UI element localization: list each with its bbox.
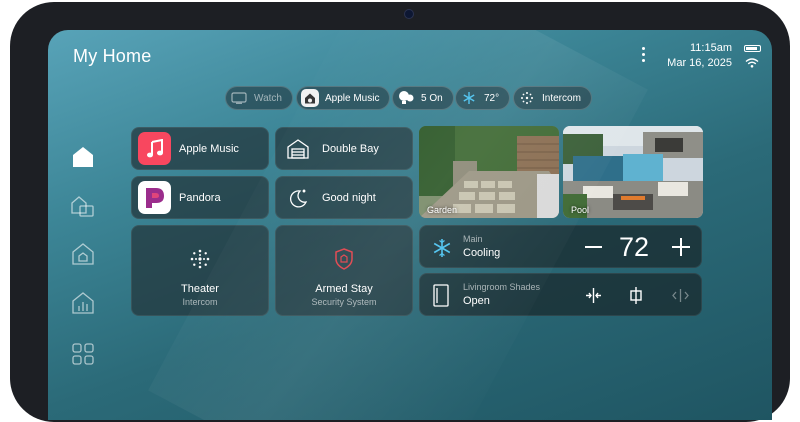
intercom-dots-icon <box>189 248 211 275</box>
tablet-frame: My Home 11:15am Mar 16, 2025 Watch Apple… <box>10 2 790 422</box>
shade-icon <box>433 284 449 312</box>
camera-pool[interactable]: Pool <box>563 126 703 218</box>
tile-theater-name: Theater <box>181 283 219 295</box>
tile-security-name: Armed Stay <box>315 283 373 295</box>
pill-climate-label: 72° <box>484 92 500 104</box>
speaker-icon <box>301 89 319 107</box>
tile-pandora-label: Pandora <box>179 191 221 204</box>
shades-control: Livingroom Shades Open <box>419 273 702 316</box>
tile-apple-music-label: Apple Music <box>179 142 239 155</box>
pill-climate[interactable]: 72° <box>455 86 511 110</box>
temp-setpoint: 72 <box>619 232 650 262</box>
time-text: 11:15am <box>690 42 732 54</box>
home-icon[interactable] <box>71 145 95 169</box>
tv-icon <box>230 89 248 107</box>
wifi-icon <box>745 58 759 68</box>
thermostat-mode: Cooling <box>463 247 501 259</box>
shades-slide-icon[interactable] <box>672 288 689 308</box>
music-note-icon <box>138 132 171 165</box>
tile-theater-sub: Intercom <box>182 297 218 307</box>
lights-icon <box>397 89 415 107</box>
battery-icon <box>744 45 761 52</box>
tile-security-system[interactable]: Armed Stay Security System <box>275 225 413 316</box>
camera-pool-label: Pool <box>571 205 590 215</box>
shades-state: Open <box>463 295 490 307</box>
front-camera <box>405 10 413 18</box>
shades-open-icon[interactable] <box>585 288 602 308</box>
shield-icon <box>334 248 354 275</box>
apps-grid-icon[interactable] <box>71 342 95 366</box>
shades-close-icon[interactable] <box>629 287 643 309</box>
tile-double-bay-label: Double Bay <box>322 142 379 155</box>
snowflake-icon <box>460 89 478 107</box>
tile-pandora[interactable]: Pandora <box>131 176 269 219</box>
date-text: Mar 16, 2025 <box>667 57 732 69</box>
energy-chart-icon[interactable] <box>71 291 95 315</box>
camera-garden[interactable]: Garden <box>419 126 559 218</box>
pill-intercom-label: Intercom <box>542 92 581 104</box>
pill-apple-music[interactable]: Apple Music <box>296 86 391 110</box>
rooms-icon[interactable] <box>71 194 95 218</box>
garage-icon <box>282 133 314 165</box>
shades-name: Livingroom Shades <box>463 282 541 292</box>
security-house-icon[interactable] <box>71 242 95 266</box>
home-screen: My Home 11:15am Mar 16, 2025 Watch Apple… <box>48 30 772 420</box>
tile-good-night-label: Good night <box>322 191 376 204</box>
moon-icon <box>282 182 314 214</box>
tile-double-bay[interactable]: Double Bay <box>275 127 413 170</box>
pandora-logo-icon <box>138 181 171 214</box>
thermostat-zone: Main <box>463 234 483 244</box>
pill-apple-music-label: Apple Music <box>325 92 380 104</box>
temp-increase-button[interactable] <box>672 238 690 256</box>
pill-lights-label: 5 On <box>421 92 443 104</box>
intercom-icon <box>518 89 536 107</box>
page-title: My Home <box>73 46 152 66</box>
camera-garden-label: Garden <box>427 205 458 215</box>
clock: 11:15am Mar 16, 2025 <box>667 41 732 71</box>
pill-lights[interactable]: 5 On <box>392 86 454 110</box>
more-menu-icon[interactable] <box>639 46 647 64</box>
snowflake-icon <box>432 238 452 263</box>
tile-good-night[interactable]: Good night <box>275 176 413 219</box>
pill-intercom[interactable]: Intercom <box>513 86 592 110</box>
pill-watch[interactable]: Watch <box>225 86 293 110</box>
thermostat-control: Main Cooling 72 <box>419 225 702 268</box>
pill-watch-label: Watch <box>254 92 282 104</box>
tile-apple-music[interactable]: Apple Music <box>131 127 269 170</box>
tile-security-sub: Security System <box>311 297 377 307</box>
tile-theater-intercom[interactable]: Theater Intercom <box>131 225 269 316</box>
temp-decrease-button[interactable] <box>585 246 602 248</box>
